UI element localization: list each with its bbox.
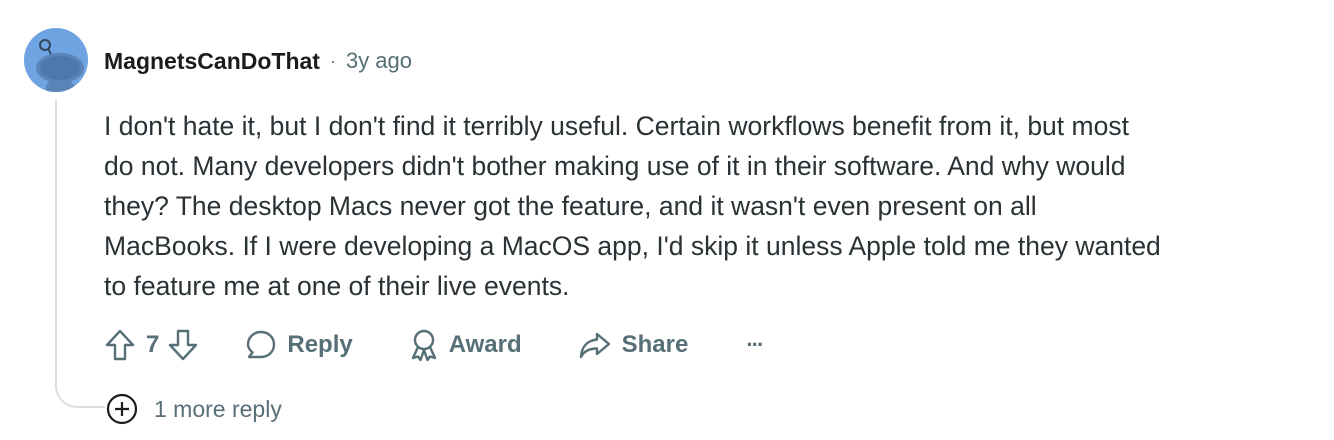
comment-body-line: do not. Many developers didn't bother ma…: [104, 151, 1126, 181]
downvote-arrow-icon: [169, 329, 198, 361]
upvote-arrow-icon: [105, 329, 135, 361]
user-avatar[interactable]: [24, 28, 88, 92]
reply-button[interactable]: Reply: [245, 329, 353, 361]
award-ribbon-icon: [411, 329, 436, 362]
share-arrow-icon: [579, 332, 610, 359]
award-button[interactable]: Award: [409, 328, 522, 362]
thread-line: [55, 100, 105, 408]
share-button[interactable]: Share: [578, 329, 689, 361]
comment-bubble-icon: [247, 330, 276, 359]
vote-count: 7: [146, 331, 160, 358]
more-replies-label: 1 more reply: [154, 395, 282, 422]
snoo-avatar-icon: [36, 39, 84, 92]
reply-label: Reply: [287, 331, 353, 358]
meta-separator: ·: [329, 50, 336, 71]
comment-timestamp[interactable]: 3y ago: [346, 48, 412, 74]
comment-body-line: to feature me at one of their live event…: [104, 271, 570, 301]
share-label: Share: [621, 331, 689, 358]
more-options-button[interactable]: ···: [746, 332, 764, 358]
author-username[interactable]: MagnetsCanDoThat: [104, 48, 320, 75]
comment-body-line: I don't hate it, but I don't find it ter…: [104, 111, 1129, 141]
plus-circle-icon: [106, 393, 138, 425]
comment-body-line: MacBooks. If I were developing a MacOS a…: [104, 231, 1161, 261]
more-replies-button[interactable]: 1 more reply: [106, 393, 282, 425]
comment-actions: 7 Reply Award Share ···: [104, 324, 764, 366]
award-label: Award: [448, 331, 522, 358]
comment-body: I don't hate it, but I don't find it ter…: [104, 106, 1284, 306]
downvote-button[interactable]: [167, 328, 199, 362]
comment-meta: MagnetsCanDoThat · 3y ago: [104, 47, 412, 75]
comment-body-line: they? The desktop Macs never got the fea…: [104, 191, 1037, 221]
upvote-button[interactable]: [104, 328, 136, 362]
more-options-label: ···: [746, 332, 764, 357]
